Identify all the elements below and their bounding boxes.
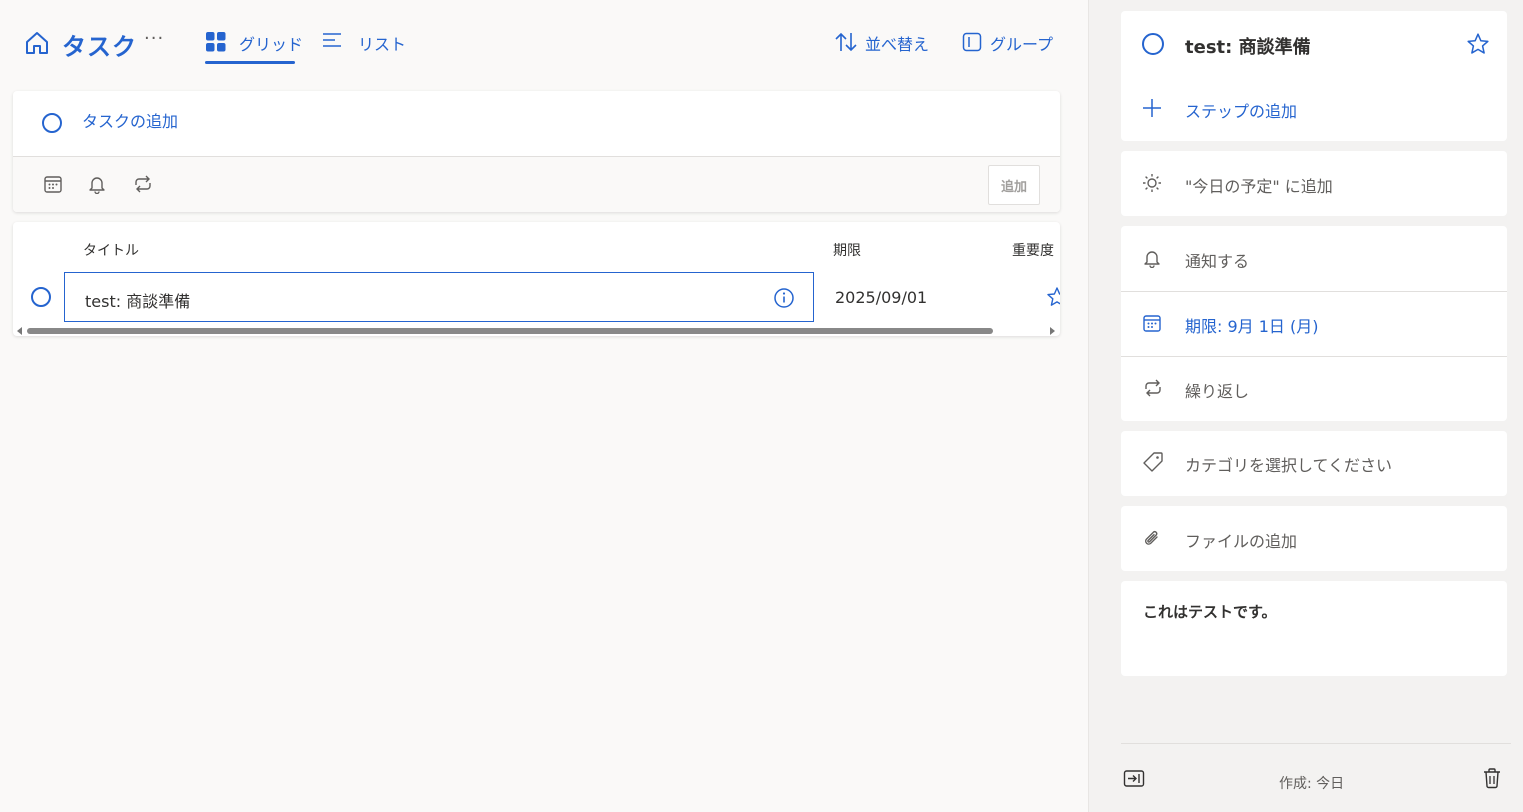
- bell-icon[interactable]: [87, 174, 107, 194]
- add-task-input[interactable]: [82, 112, 882, 131]
- remind-me-row[interactable]: 通知する: [1121, 226, 1507, 291]
- toolbar-header: タスク ··· グリッド リスト 並べ替え グループ: [0, 0, 1088, 80]
- column-header-title[interactable]: タイトル: [83, 240, 139, 260]
- remind-me-label: 通知する: [1185, 252, 1250, 271]
- detail-task-title[interactable]: test: 商談準備: [1185, 33, 1311, 59]
- calendar-icon: [1142, 313, 1162, 333]
- file-card: ファイルの追加: [1121, 506, 1507, 571]
- page-title: タスク: [62, 33, 137, 61]
- horizontal-scrollbar[interactable]: [13, 325, 1060, 336]
- repeat-icon[interactable]: [132, 174, 154, 194]
- add-to-my-day-label: "今日の予定" に追加: [1185, 177, 1333, 196]
- repeat-row[interactable]: 繰り返し: [1121, 356, 1507, 421]
- tab-grid-label: グリッド: [239, 35, 304, 54]
- tab-list[interactable]: リスト: [322, 0, 406, 66]
- task-detail-panel: test: 商談準備 ステップの追加 "今日の予定" に追加 通知する 期限: …: [1088, 0, 1523, 812]
- list-icon: [322, 31, 344, 53]
- plus-icon: [1142, 98, 1162, 118]
- category-card: カテゴリを選択してください: [1121, 431, 1507, 496]
- title-cell[interactable]: test: 商談準備: [64, 272, 814, 322]
- add-button[interactable]: 追加: [988, 165, 1040, 205]
- group-label: グループ: [990, 35, 1054, 54]
- column-header-importance[interactable]: 重要度: [1012, 240, 1054, 260]
- sun-icon: [1142, 173, 1162, 193]
- grid-icon: [205, 31, 227, 53]
- add-step-label: ステップの追加: [1185, 102, 1298, 121]
- repeat-icon: [1142, 378, 1164, 398]
- complete-task-checkbox[interactable]: [1142, 33, 1164, 55]
- note-card[interactable]: これはテストです。: [1121, 581, 1507, 676]
- add-task-card: 追加: [13, 91, 1060, 212]
- group-icon: [962, 31, 982, 53]
- home-icon[interactable]: [24, 30, 50, 56]
- note-text[interactable]: これはテストです。: [1143, 601, 1277, 622]
- more-options-button[interactable]: ···: [144, 28, 164, 49]
- scrollbar-thumb[interactable]: [27, 328, 993, 334]
- tag-icon: [1142, 451, 1164, 473]
- trash-icon[interactable]: [1482, 767, 1502, 789]
- add-step-row[interactable]: ステップの追加: [1121, 76, 1507, 141]
- scroll-right-arrow[interactable]: [1050, 327, 1055, 335]
- category-row[interactable]: カテゴリを選択してください: [1121, 431, 1507, 496]
- repeat-label: 繰り返し: [1185, 382, 1250, 401]
- info-icon[interactable]: [773, 287, 795, 309]
- category-label: カテゴリを選択してください: [1185, 456, 1393, 475]
- due-date-row[interactable]: 期限: 9月 1日 (月): [1121, 291, 1507, 356]
- my-day-card: "今日の予定" に追加: [1121, 151, 1507, 216]
- tab-grid[interactable]: グリッド: [205, 0, 303, 66]
- footer-divider: [1121, 743, 1511, 744]
- scroll-left-arrow[interactable]: [17, 327, 22, 335]
- schedule-card: 通知する 期限: 9月 1日 (月) 繰り返し: [1121, 226, 1507, 421]
- paperclip-icon: [1142, 528, 1162, 550]
- column-header-due[interactable]: 期限: [833, 240, 861, 260]
- task-title-card: test: 商談準備 ステップの追加: [1121, 11, 1507, 141]
- bell-icon: [1142, 248, 1162, 268]
- star-icon[interactable]: [1466, 32, 1490, 56]
- hide-detail-icon[interactable]: [1123, 769, 1145, 789]
- add-file-row[interactable]: ファイルの追加: [1121, 506, 1507, 571]
- calendar-icon[interactable]: [43, 174, 63, 194]
- sort-icon: [834, 31, 858, 53]
- star-icon[interactable]: [1046, 286, 1060, 308]
- due-date-cell[interactable]: 2025/09/01: [835, 288, 927, 307]
- created-date: 作成: 今日: [1279, 776, 1345, 792]
- table-row[interactable]: test: 商談準備 2025/09/01: [13, 271, 1060, 323]
- sort-label: 並べ替え: [865, 35, 930, 54]
- complete-task-checkbox[interactable]: [31, 287, 51, 307]
- tab-list-label: リスト: [358, 35, 407, 54]
- due-date-label: 期限: 9月 1日 (月): [1185, 317, 1319, 336]
- task-title: test: 商談準備: [85, 292, 191, 311]
- add-file-label: ファイルの追加: [1185, 532, 1298, 551]
- add-task-toolbar: 追加: [13, 156, 1060, 212]
- task-grid: タイトル 期限 重要度 test: 商談準備 2025/09/01: [13, 222, 1060, 336]
- add-to-my-day-row[interactable]: "今日の予定" に追加: [1121, 151, 1507, 216]
- add-task-circle-icon: [42, 113, 62, 133]
- active-tab-indicator: [205, 61, 295, 64]
